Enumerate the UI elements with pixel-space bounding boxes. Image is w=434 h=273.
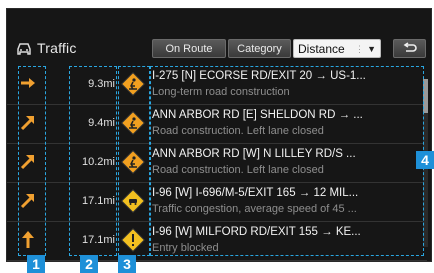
page-title: Traffic — [37, 40, 77, 56]
roadwork-sign-icon — [121, 150, 145, 174]
arrow-up-icon — [22, 231, 34, 248]
divider: ⋮ — [355, 44, 364, 54]
incident-description: Traffic congestion, average speed of 45 … — [152, 203, 357, 215]
arrow-up-right-icon — [20, 155, 34, 170]
back-arrow-icon — [403, 42, 417, 52]
incident-distance: 9.4mi — [88, 117, 115, 129]
callout-badge-2: 2 — [80, 255, 98, 273]
category-button[interactable]: Category — [228, 39, 291, 58]
incident-row[interactable]: 9.3mi I-275 [N] ECORSE RD/EXIT 20 → US-1… — [7, 66, 427, 105]
back-button[interactable] — [393, 39, 426, 58]
incident-distance: 17.1mi — [81, 234, 115, 246]
arrow-right-icon — [21, 78, 35, 88]
incident-road: ANN ARBOR RD [W] N LILLEY RD/S ... — [152, 148, 356, 160]
callout-badge-4: 4 — [416, 151, 434, 169]
callout-badge-1: 1 — [27, 255, 45, 273]
roadwork-sign-icon — [121, 72, 145, 96]
incident-row[interactable]: 9.4mi ANN ARBOR RD [E] SHELDON RD → ... … — [7, 105, 427, 144]
roadwork-sign-icon — [121, 111, 145, 135]
header-bar: Traffic On Route Category Distance ⋮ ▼ — [7, 36, 431, 62]
arrow-up-right-icon — [20, 194, 34, 209]
incident-distance: 9.3mi — [88, 78, 115, 90]
traffic-screen: Traffic On Route Category Distance ⋮ ▼ 9… — [6, 8, 432, 262]
incident-road: I-96 [W] MILFORD RD/EXIT 155 → KE... — [152, 226, 361, 238]
incident-distance: 17.1mi — [81, 195, 115, 207]
congestion-sign-icon — [121, 189, 145, 213]
incident-row[interactable]: 17.1mi I-96 [W] MILFORD RD/EXIT 155 → KE… — [7, 222, 427, 261]
incident-row[interactable]: 10.2mi ANN ARBOR RD [W] N LILLEY RD/S ..… — [7, 144, 427, 183]
warning-sign-icon — [121, 228, 145, 252]
chevron-down-icon: ▼ — [367, 44, 376, 54]
incident-description: Road construction. Left lane closed — [152, 164, 324, 176]
car-icon — [17, 43, 31, 55]
incident-row[interactable]: 17.1mi I-96 [W] I-696/M-5/EXIT 165 → 12 … — [7, 183, 427, 222]
incident-description: Entry blocked — [152, 242, 219, 254]
on-route-button[interactable]: On Route — [152, 39, 226, 58]
callout-badge-3: 3 — [118, 255, 136, 273]
scrollbar-thumb[interactable] — [423, 79, 428, 113]
sort-select[interactable]: Distance ⋮ ▼ — [293, 39, 381, 58]
incident-road: I-275 [N] ECORSE RD/EXIT 20 → US-1... — [152, 70, 366, 82]
incident-distance: 10.2mi — [81, 156, 115, 168]
incident-road: ANN ARBOR RD [E] SHELDON RD → ... — [152, 109, 363, 121]
incident-description: Long-term road construction — [152, 86, 290, 98]
sort-value: Distance — [298, 42, 345, 56]
incident-description: Road construction. Left lane closed — [152, 125, 324, 137]
arrow-up-right-icon — [20, 116, 34, 131]
incident-road: I-96 [W] I-696/M-5/EXIT 165 → 12 MIL... — [152, 187, 359, 199]
